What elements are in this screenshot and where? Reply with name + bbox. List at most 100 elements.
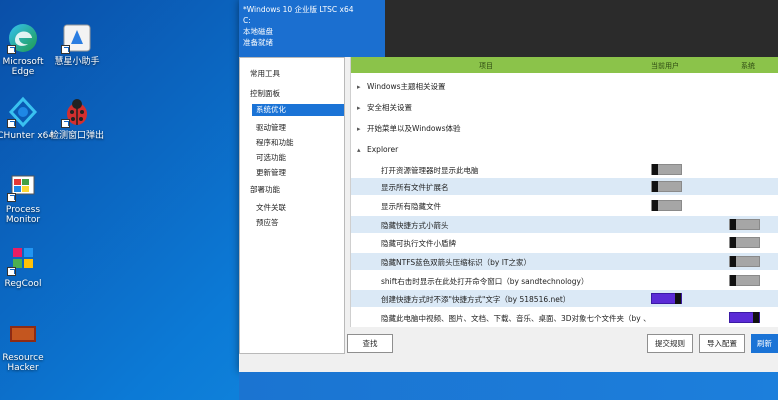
desktop-icon-ladybug[interactable]: 检测窗口弹出 xyxy=(44,96,110,141)
row-label: 隐藏快捷方式小箭头 xyxy=(381,221,449,230)
table-row: 隐藏此电脑中视频、图片、文档、下载、音乐、桌面、3D对象七个文件夹（by 、 xyxy=(351,309,778,326)
table-row: 显示所有文件扩展名 xyxy=(351,178,778,195)
sidebar-item-common-tools[interactable]: 常用工具 xyxy=(250,68,280,79)
group-windows-theme[interactable]: ▸ Windows主题相关设置 xyxy=(357,81,445,92)
desktop-icon-process-monitor[interactable]: Process Monitor xyxy=(0,170,56,225)
sidebar-item-optional-features[interactable]: 可选功能 xyxy=(256,152,286,163)
desktop-icon-label: Process Monitor xyxy=(5,205,41,225)
toggle-switch[interactable] xyxy=(651,200,682,211)
table-row: shift右击时显示在此处打开命令窗口（by sandtechnology） xyxy=(351,272,778,289)
toggle-knob xyxy=(675,293,681,304)
toggle-switch[interactable] xyxy=(651,181,682,192)
process-monitor-icon xyxy=(7,170,39,202)
shortcut-arrow-icon xyxy=(61,119,70,128)
disk-type: 本地磁盘 xyxy=(243,27,273,36)
sidebar-item-file-association[interactable]: 文件关联 xyxy=(256,202,286,213)
drive-letter: C: xyxy=(243,16,251,25)
toggle-switch[interactable] xyxy=(651,164,682,175)
shortcut-arrow-icon xyxy=(7,193,16,202)
shortcut-arrow-icon xyxy=(61,45,70,54)
table-row: 显示所有隐藏文件 xyxy=(351,197,778,214)
expand-arrow-icon: ▸ xyxy=(357,104,361,112)
row-label: shift右击时显示在此处打开命令窗口（by sandtechnology） xyxy=(381,277,589,286)
import-config-button[interactable]: 导入配置 xyxy=(699,334,745,353)
row-label: 显示所有文件扩展名 xyxy=(381,183,449,192)
window-header: *Windows 10 企业版 LTSC x64 C: 本地磁盘 准备就绪 xyxy=(239,0,778,57)
sidebar-item-pre-answer[interactable]: 预应答 xyxy=(256,217,279,228)
ladybug-icon xyxy=(61,96,93,128)
toggle-knob xyxy=(730,275,736,286)
toggle-switch[interactable] xyxy=(651,293,682,304)
desktop-icon-regcool[interactable]: RegCool xyxy=(0,244,56,289)
toggle-knob xyxy=(753,312,759,323)
dism-app-window: *Windows 10 企业版 LTSC x64 C: 本地磁盘 准备就绪 常用… xyxy=(239,0,778,372)
row-label: 创建快捷方式时不添"快捷方式"文字（by 518516.net） xyxy=(381,295,571,304)
desktop-icon-label: RegCool xyxy=(4,279,42,289)
sidebar-item-control-panel[interactable]: 控制面板 xyxy=(250,88,280,99)
toggle-knob xyxy=(730,237,736,248)
shortcut-arrow-icon xyxy=(7,45,16,54)
shortcut-arrow-icon xyxy=(7,267,16,276)
system-info-panel[interactable]: *Windows 10 企业版 LTSC x64 C: 本地磁盘 准备就绪 xyxy=(239,0,385,57)
sidebar-item-driver-manage[interactable]: 驱动管理 xyxy=(256,122,286,133)
group-explorer[interactable]: ▴ Explorer xyxy=(357,145,398,154)
desktop-icon-assistant[interactable]: 慧星小助手 xyxy=(44,22,110,67)
os-version: *Windows 10 企业版 LTSC x64 xyxy=(243,5,354,14)
group-label: 安全相关设置 xyxy=(367,103,412,112)
expand-arrow-icon: ▸ xyxy=(357,83,361,91)
table-row: 隐藏快捷方式小箭头 xyxy=(351,216,778,233)
table-row: 创建快捷方式时不添"快捷方式"文字（by 518516.net） xyxy=(351,290,778,307)
sidebar-item-system-optimize[interactable]: 系统优化 xyxy=(252,104,344,116)
toggle-switch[interactable] xyxy=(729,312,760,323)
refresh-button[interactable]: 刷新 xyxy=(751,334,778,353)
pchunter-icon xyxy=(7,96,39,128)
group-security[interactable]: ▸ 安全相关设置 xyxy=(357,102,412,113)
toggle-knob xyxy=(652,164,658,175)
taskbar xyxy=(239,372,778,400)
desktop-icon-label: 慧星小助手 xyxy=(54,57,100,67)
toggle-switch[interactable] xyxy=(729,256,760,267)
expand-arrow-icon: ▸ xyxy=(357,125,361,133)
desktop-icon-resource-hacker[interactable]: Resource Hacker xyxy=(0,318,56,373)
edge-icon xyxy=(7,22,39,54)
column-header-system: 系统 xyxy=(741,62,755,70)
row-label: 隐藏此电脑中视频、图片、文档、下载、音乐、桌面、3D对象七个文件夹（by 、 xyxy=(381,314,651,323)
toggle-knob xyxy=(730,256,736,267)
submit-rules-button[interactable]: 提交规则 xyxy=(647,334,693,353)
assistant-icon xyxy=(61,22,93,54)
toggle-switch[interactable] xyxy=(729,275,760,286)
toggle-switch[interactable] xyxy=(729,219,760,230)
group-label: Windows主题相关设置 xyxy=(367,82,446,91)
regcool-icon xyxy=(7,244,39,276)
table-row: 隐藏NTFS蓝色双箭头压缩标识（by IT之家） xyxy=(351,253,778,270)
row-label: 隐藏NTFS蓝色双箭头压缩标识（by IT之家） xyxy=(381,258,532,267)
group-label: 开始菜单以及Windows体验 xyxy=(367,124,461,133)
row-label: 打开资源管理器时显示此电脑 xyxy=(381,166,479,175)
desktop-icon-label: 检测窗口弹出 xyxy=(49,131,104,141)
table-header: 项目 当前用户 系统 xyxy=(351,57,778,73)
shortcut-arrow-icon xyxy=(7,119,16,128)
sidebar-item-deploy[interactable]: 部署功能 xyxy=(250,184,280,195)
find-button[interactable]: 查找 xyxy=(347,334,393,353)
collapse-arrow-icon: ▴ xyxy=(357,146,361,154)
column-header-item: 项目 xyxy=(479,62,493,70)
status-text: 准备就绪 xyxy=(243,38,273,47)
desktop-icon-label: Resource Hacker xyxy=(2,353,44,373)
row-label: 隐藏可执行文件小盾牌 xyxy=(381,239,456,248)
column-header-current-user: 当前用户 xyxy=(651,62,679,70)
table-row: 打开资源管理器时显示此电脑 xyxy=(351,161,778,178)
sidebar: 常用工具 控制面板 系统优化 驱动管理 程序和功能 可选功能 更新管理 部署功能… xyxy=(239,57,345,354)
sidebar-item-update-manage[interactable]: 更新管理 xyxy=(256,167,286,178)
resource-hacker-icon xyxy=(7,318,39,350)
sidebar-item-programs[interactable]: 程序和功能 xyxy=(256,137,294,148)
group-start-menu[interactable]: ▸ 开始菜单以及Windows体验 xyxy=(357,123,460,134)
toggle-knob xyxy=(652,181,658,192)
toggle-knob xyxy=(652,200,658,211)
toggle-knob xyxy=(730,219,736,230)
toggle-switch[interactable] xyxy=(729,237,760,248)
group-label: Explorer xyxy=(367,145,399,154)
table-row: 隐藏可执行文件小盾牌 xyxy=(351,234,778,251)
settings-table: 项目 当前用户 系统 ▸ Windows主题相关设置 ▸ 安全相关设置 ▸ 开始菜单以… xyxy=(350,57,778,327)
window-body: 常用工具 控制面板 系统优化 驱动管理 程序和功能 可选功能 更新管理 部署功能… xyxy=(239,57,778,372)
row-label: 显示所有隐藏文件 xyxy=(381,202,441,211)
